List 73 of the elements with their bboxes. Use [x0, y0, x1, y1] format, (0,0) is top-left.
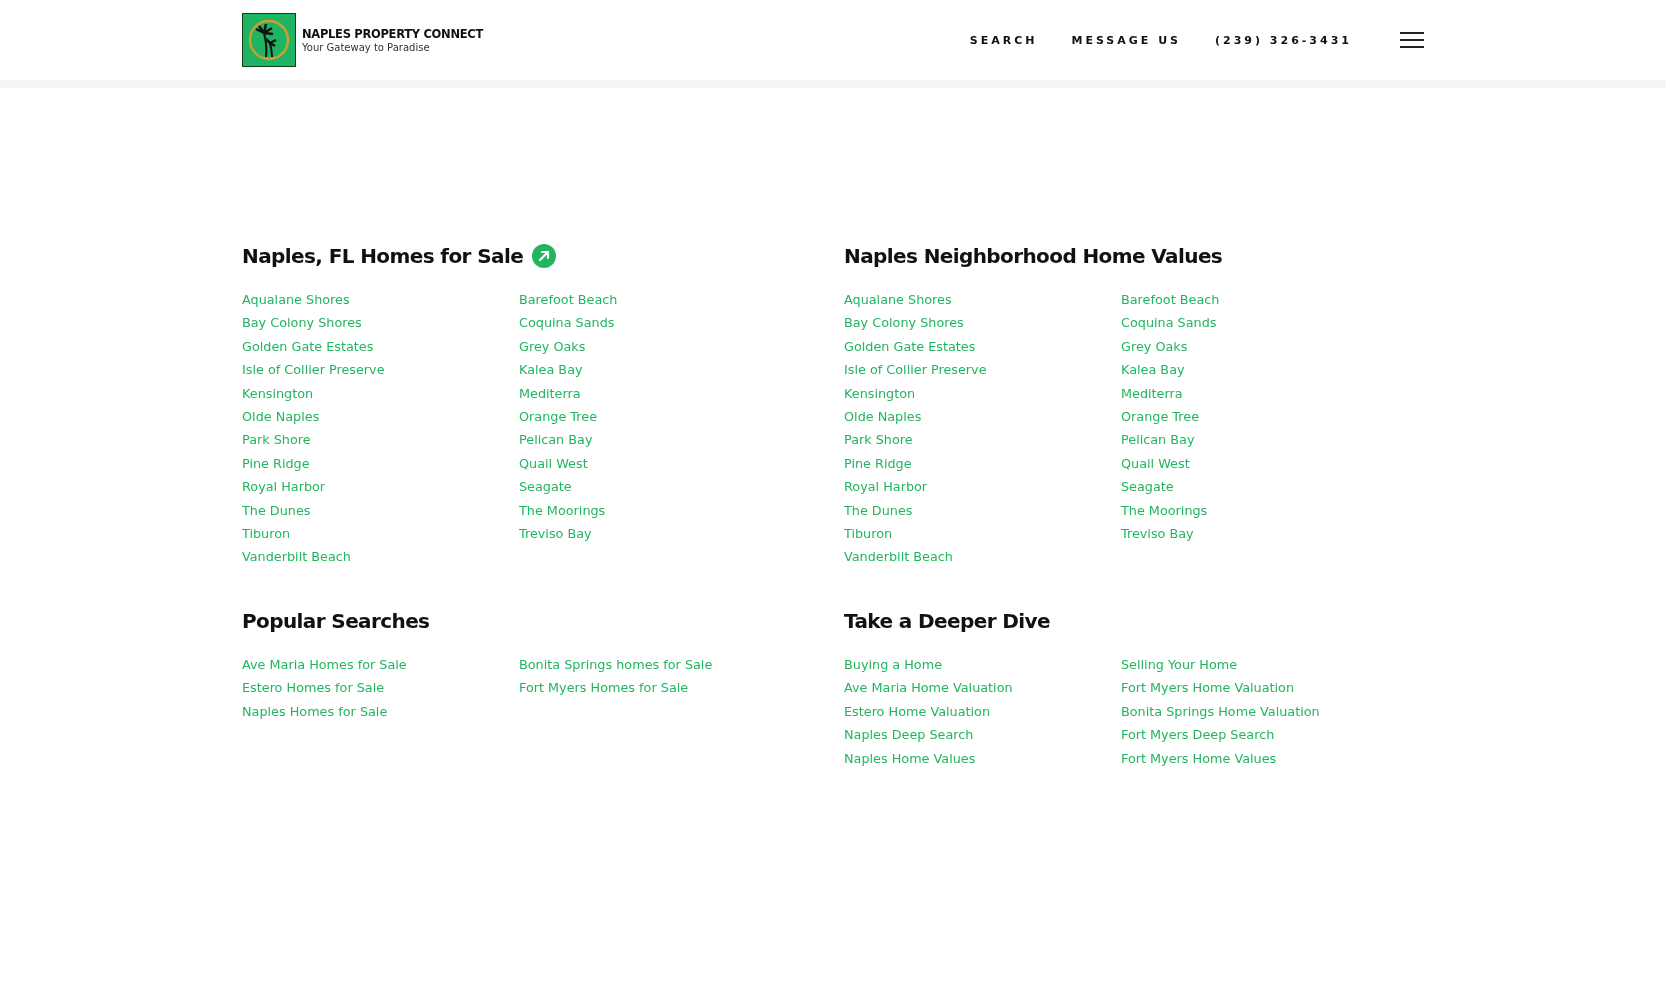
area-link[interactable]: Kensington [844, 381, 916, 406]
area-link[interactable]: Barefoot Beach [1121, 288, 1220, 312]
area-link[interactable]: Orange Tree [519, 405, 597, 429]
nav-link[interactable]: SEARCH [969, 33, 1038, 47]
area-link[interactable]: Bonita Springs homes for Sale [519, 652, 713, 677]
area-link[interactable]: Naples Home Values [844, 746, 976, 770]
area-link[interactable]: Park Shore [242, 428, 311, 452]
section-heading: Take a Deeper Dive [844, 608, 1050, 633]
area-link[interactable]: Bonita Springs Home Valuation [1121, 699, 1320, 724]
area-link[interactable]: Olde Naples [242, 405, 320, 429]
section-heading: Naples Neighborhood Home Values [844, 244, 1223, 268]
area-link[interactable]: Fort Myers Home Values [1121, 746, 1277, 770]
area-link[interactable]: Fort Myers Deep Search [1121, 723, 1275, 747]
area-link[interactable]: Aqualane Shores [242, 288, 350, 312]
area-link[interactable]: Olde Naples [844, 405, 922, 429]
area-link[interactable]: Seagate [519, 475, 572, 499]
section-heading: Naples, FL Homes for Sale [242, 244, 524, 268]
area-link[interactable]: Tiburon [844, 522, 893, 546]
area-link[interactable]: Golden Gate Estates [844, 334, 976, 359]
area-link[interactable]: Kensington [242, 381, 314, 406]
area-link[interactable]: Ave Maria Homes for Sale [242, 652, 407, 677]
area-link[interactable]: The Moorings [519, 498, 606, 523]
area-link[interactable]: Quail West [519, 451, 588, 476]
area-link[interactable]: Estero Home Valuation [844, 699, 990, 724]
area-link[interactable]: Bay Colony Shores [242, 311, 362, 335]
area-link[interactable]: The Dunes [242, 498, 311, 523]
area-link[interactable]: Vanderbilt Beach [844, 545, 953, 569]
area-link[interactable]: Selling Your Home [1121, 652, 1238, 677]
area-link[interactable]: Golden Gate Estates [242, 334, 374, 359]
brand-tagline: Your Gateway to Paradise [302, 42, 431, 53]
area-link[interactable]: Bay Colony Shores [844, 311, 964, 335]
section-heading: Popular Searches [242, 608, 430, 633]
area-link[interactable]: Treviso Bay [1121, 522, 1194, 546]
area-link[interactable]: Royal Harbor [242, 475, 326, 499]
area-link[interactable]: Tiburon [242, 522, 291, 546]
area-link[interactable]: Fort Myers Home Valuation [1121, 676, 1295, 700]
area-link[interactable]: Coquina Sands [1121, 311, 1217, 335]
area-link[interactable]: Mediterra [1121, 381, 1183, 406]
area-link[interactable]: Grey Oaks [1121, 334, 1188, 359]
area-link[interactable]: Treviso Bay [519, 522, 592, 546]
area-link[interactable]: Grey Oaks [519, 334, 586, 359]
area-link[interactable]: Mediterra [519, 381, 581, 406]
area-link[interactable]: Pine Ridge [844, 451, 912, 476]
area-link[interactable]: Coquina Sands [519, 311, 615, 335]
palm-tree-logo-icon[interactable] [242, 13, 296, 67]
area-link[interactable]: Ave Maria Home Valuation [844, 676, 1013, 700]
area-link[interactable]: Buying a Home [844, 652, 943, 677]
area-link[interactable]: Royal Harbor [844, 475, 928, 499]
area-link[interactable]: Isle of Collier Preserve [844, 358, 987, 382]
area-link[interactable]: Aqualane Shores [844, 288, 952, 312]
nav-link[interactable]: (239) 326-3431 [1215, 33, 1352, 47]
area-link[interactable]: Estero Homes for Sale [242, 676, 385, 700]
area-link[interactable]: Park Shore [844, 428, 913, 452]
area-link[interactable]: Pine Ridge [242, 451, 310, 476]
area-link[interactable]: Pelican Bay [519, 428, 593, 452]
area-link[interactable]: Vanderbilt Beach [242, 545, 351, 569]
brand-name: NAPLES PROPERTY CONNECT [302, 27, 483, 41]
area-link[interactable]: Isle of Collier Preserve [242, 358, 385, 382]
area-link[interactable]: Pelican Bay [1121, 428, 1195, 452]
nav-link[interactable]: MESSAGE US [1071, 33, 1181, 47]
arrow-link-icon[interactable] [532, 244, 557, 268]
area-link[interactable]: Quail West [1121, 451, 1190, 476]
area-link[interactable]: Fort Myers Homes for Sale [519, 676, 689, 700]
area-link[interactable]: Orange Tree [1121, 405, 1199, 429]
area-link[interactable]: Kalea Bay [1121, 358, 1185, 382]
area-link[interactable]: Naples Homes for Sale [242, 699, 388, 724]
area-link[interactable]: Naples Deep Search [844, 723, 974, 747]
area-link[interactable]: Kalea Bay [519, 358, 583, 382]
menu-button[interactable] [1400, 30, 1424, 50]
area-link[interactable]: The Moorings [1121, 498, 1208, 523]
area-link[interactable]: Seagate [1121, 475, 1174, 499]
area-link[interactable]: The Dunes [844, 498, 913, 523]
area-link[interactable]: Barefoot Beach [519, 288, 618, 312]
